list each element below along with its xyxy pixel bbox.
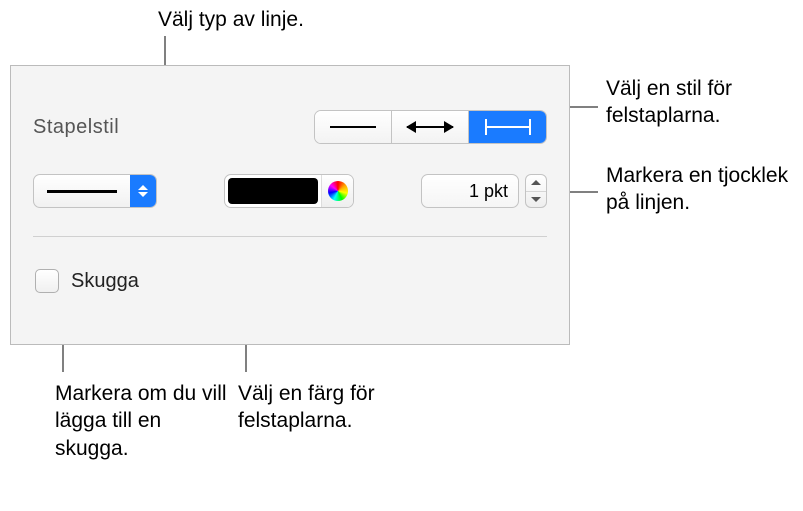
- callout-shadow: Markera om du vill lägga till en skugga.: [55, 380, 235, 462]
- section-title: Stapelstil: [33, 116, 119, 139]
- callout-thickness: Markera en tjocklek på linjen.: [606, 162, 796, 217]
- style-panel: Stapelstil 1: [10, 65, 570, 345]
- line-wide-icon: [407, 126, 453, 128]
- bar-style-wide[interactable]: [392, 111, 469, 143]
- color-wheel-button[interactable]: [321, 175, 353, 207]
- callout-bar-style: Välj en stil för felstaplarna.: [606, 75, 796, 130]
- shadow-checkbox[interactable]: [35, 269, 59, 293]
- bar-style-capped[interactable]: [469, 111, 546, 143]
- line-plain-icon: [330, 126, 376, 128]
- stepper-up-button[interactable]: [526, 175, 546, 191]
- color-wheel-icon: [328, 181, 348, 201]
- divider: [33, 236, 547, 237]
- callout-line-type: Välj typ av linje.: [158, 6, 304, 33]
- line-type-popup[interactable]: [33, 174, 157, 208]
- line-cap-icon: [485, 126, 531, 128]
- bar-style-plain[interactable]: [315, 111, 392, 143]
- line-thickness-stepper[interactable]: 1 pkt: [421, 174, 547, 208]
- chevron-up-icon: [531, 180, 541, 185]
- line-sample-icon: [47, 190, 117, 193]
- stepper-down-button[interactable]: [526, 191, 546, 208]
- popup-arrow-icon: [130, 175, 156, 207]
- color-swatch: [228, 178, 318, 204]
- callout-color: Välj en färg för felstaplarna.: [238, 380, 438, 435]
- line-color-well[interactable]: [224, 174, 354, 208]
- chevron-down-icon: [531, 197, 541, 202]
- bar-style-segmented[interactable]: [314, 110, 547, 144]
- shadow-label[interactable]: Skugga: [71, 270, 139, 293]
- line-thickness-field[interactable]: 1 pkt: [421, 174, 519, 208]
